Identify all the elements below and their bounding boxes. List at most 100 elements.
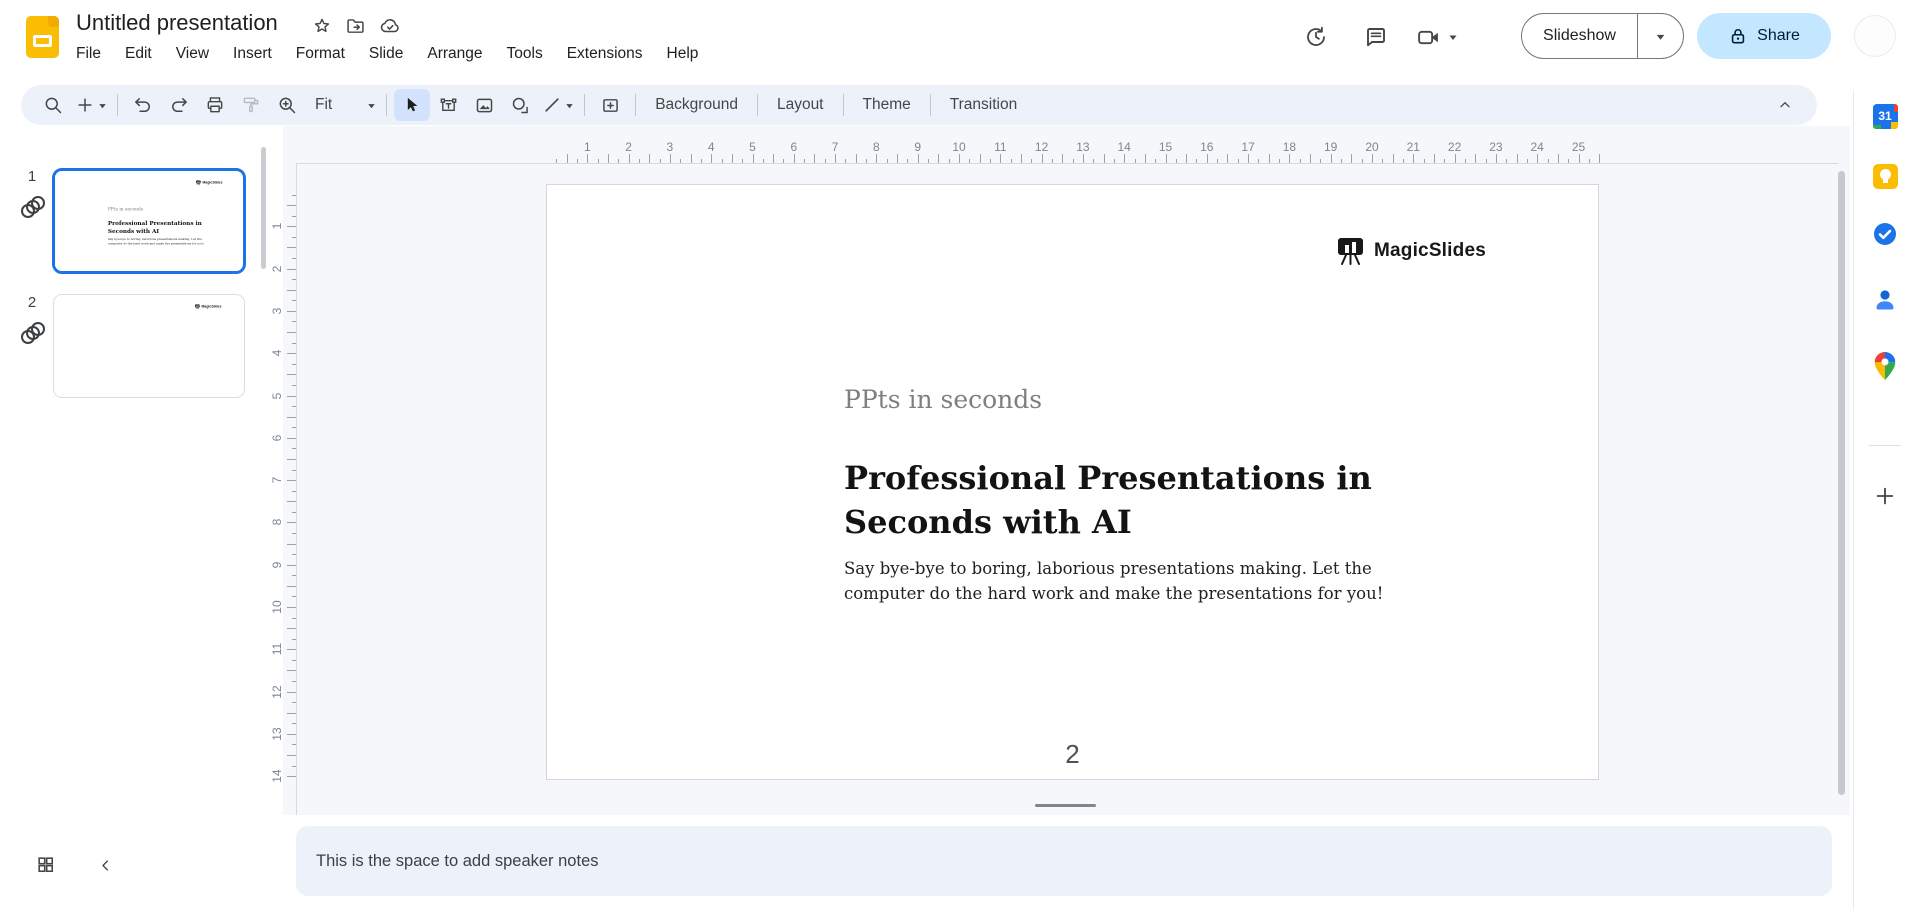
menu-help[interactable]: Help <box>655 42 711 66</box>
ruler-tick <box>1000 154 1002 163</box>
meet-button[interactable] <box>1416 25 1459 50</box>
slide-page-number[interactable]: 2 <box>547 739 1598 770</box>
slides-logo[interactable] <box>26 16 59 58</box>
insert-shape-button[interactable] <box>502 89 538 121</box>
menu-extensions[interactable]: Extensions <box>555 42 655 66</box>
move-folder-icon[interactable] <box>345 16 366 37</box>
canvas-scrollbar[interactable] <box>1838 171 1845 795</box>
toolbar: Fit Background Layout Theme Transition <box>21 85 1817 125</box>
version-history-icon[interactable] <box>1296 17 1336 57</box>
ruler-number: 4 <box>707 140 715 154</box>
redo-button[interactable] <box>161 89 197 121</box>
ruler-tick <box>287 268 296 270</box>
ruler-tick <box>1495 154 1497 163</box>
keep-icon[interactable] <box>1871 162 1899 190</box>
ruler-tick <box>287 691 296 693</box>
ruler-number: 6 <box>270 434 284 442</box>
ruler-tick <box>1599 154 1601 163</box>
layout-button[interactable]: Layout <box>765 91 836 119</box>
ruler-tick <box>1289 154 1291 163</box>
ruler-tick <box>793 154 795 163</box>
print-button[interactable] <box>197 89 233 121</box>
star-icon[interactable] <box>312 16 332 36</box>
contacts-icon[interactable] <box>1871 286 1899 314</box>
maps-icon[interactable] <box>1871 352 1899 380</box>
slideshow-button[interactable]: Slideshow <box>1522 14 1638 58</box>
calendar-icon[interactable]: 31 <box>1871 102 1899 130</box>
zoom-icon[interactable] <box>269 89 305 121</box>
ruler-tick <box>287 310 296 312</box>
slide-kicker-text[interactable]: PPts in seconds <box>844 385 1042 414</box>
insert-image-button[interactable] <box>466 89 502 121</box>
slide-canvas[interactable]: MagicSlides PPts in seconds Professional… <box>546 184 1599 780</box>
ruler-tick <box>287 247 296 249</box>
ruler-tick <box>1475 154 1477 163</box>
text-box-tool-button[interactable] <box>430 89 466 121</box>
menu-insert[interactable]: Insert <box>221 42 284 66</box>
ruler-tick <box>669 154 671 163</box>
slide-body-text[interactable]: Say bye-bye to boring, laborious present… <box>844 557 1434 607</box>
new-slide-button[interactable] <box>71 89 99 121</box>
transition-button[interactable]: Transition <box>938 91 1029 119</box>
new-slide-caret-icon[interactable] <box>97 100 108 111</box>
ruler-tick <box>1020 154 1022 163</box>
zoom-select[interactable]: Fit <box>305 96 338 114</box>
speaker-notes-input[interactable]: This is the space to add speaker notes <box>296 826 1832 896</box>
menu-tools[interactable]: Tools <box>495 42 555 66</box>
ruler-number: 18 <box>1282 140 1297 154</box>
ruler-tick <box>835 154 837 163</box>
slide-title-text[interactable]: Professional Presentations in Seconds wi… <box>844 457 1434 544</box>
insert-line-button[interactable] <box>538 89 566 121</box>
undo-button[interactable] <box>125 89 161 121</box>
menu-arrange[interactable]: Arrange <box>415 42 494 66</box>
ruler-tick <box>287 607 296 608</box>
ruler-tick <box>1227 154 1229 163</box>
paint-format-button[interactable] <box>233 89 269 121</box>
comments-icon[interactable] <box>1356 17 1396 57</box>
magicslides-logo-icon <box>1337 238 1363 265</box>
ruler-tick <box>876 154 878 163</box>
menu-file[interactable]: File <box>64 42 113 66</box>
grid-view-icon[interactable] <box>36 855 55 874</box>
notes-resize-handle[interactable] <box>1035 804 1096 807</box>
insert-placeholder-button[interactable] <box>592 89 628 121</box>
share-button[interactable]: Share <box>1697 13 1831 59</box>
search-menus-icon[interactable] <box>35 89 71 121</box>
ruler-tick <box>959 154 960 163</box>
collapse-filmstrip-icon[interactable] <box>98 858 113 873</box>
ruler-tick <box>1062 154 1064 163</box>
background-button[interactable]: Background <box>643 91 750 119</box>
menu-view[interactable]: View <box>164 42 221 66</box>
ruler-tick <box>607 154 609 163</box>
google-slides-app: Untitled presentation File Edit View Ins… <box>0 0 1919 910</box>
filmstrip-scrollbar[interactable] <box>261 147 266 269</box>
slide-thumbnail-2[interactable]: MagicSlides <box>53 294 245 398</box>
ruler-number: 13 <box>270 727 284 741</box>
ruler-tick <box>731 154 733 163</box>
theme-button[interactable]: Theme <box>851 91 923 119</box>
slide-thumbnail-1[interactable]: MagicSlides PPts in seconds Professional… <box>52 168 246 274</box>
tasks-icon[interactable] <box>1871 220 1899 248</box>
select-tool-button[interactable] <box>394 89 431 121</box>
slide-1-transition-indicator-icon[interactable] <box>20 194 46 220</box>
document-title[interactable]: Untitled presentation <box>76 10 278 36</box>
ruler-tick <box>287 205 296 207</box>
menu-slide[interactable]: Slide <box>357 42 415 66</box>
slide-2-transition-indicator-icon[interactable] <box>20 320 46 346</box>
ruler-tick <box>287 733 296 735</box>
ruler-number: 4 <box>270 349 284 357</box>
ruler-number: 11 <box>270 643 284 656</box>
brand-logo[interactable]: MagicSlides <box>1336 237 1486 265</box>
cloud-saved-icon[interactable] <box>379 15 401 37</box>
ruler-tick <box>287 755 296 757</box>
get-add-ons-icon[interactable] <box>1871 482 1899 510</box>
ruler-tick <box>1372 154 1373 163</box>
user-avatar[interactable] <box>1854 15 1896 57</box>
menu-format[interactable]: Format <box>284 42 357 66</box>
line-caret-icon[interactable] <box>564 100 575 111</box>
collapse-toolbar-icon[interactable] <box>1769 89 1801 121</box>
ruler-tick <box>773 154 775 163</box>
slideshow-options-caret[interactable] <box>1638 14 1683 58</box>
zoom-caret-icon[interactable] <box>366 100 377 111</box>
menu-edit[interactable]: Edit <box>113 42 164 66</box>
